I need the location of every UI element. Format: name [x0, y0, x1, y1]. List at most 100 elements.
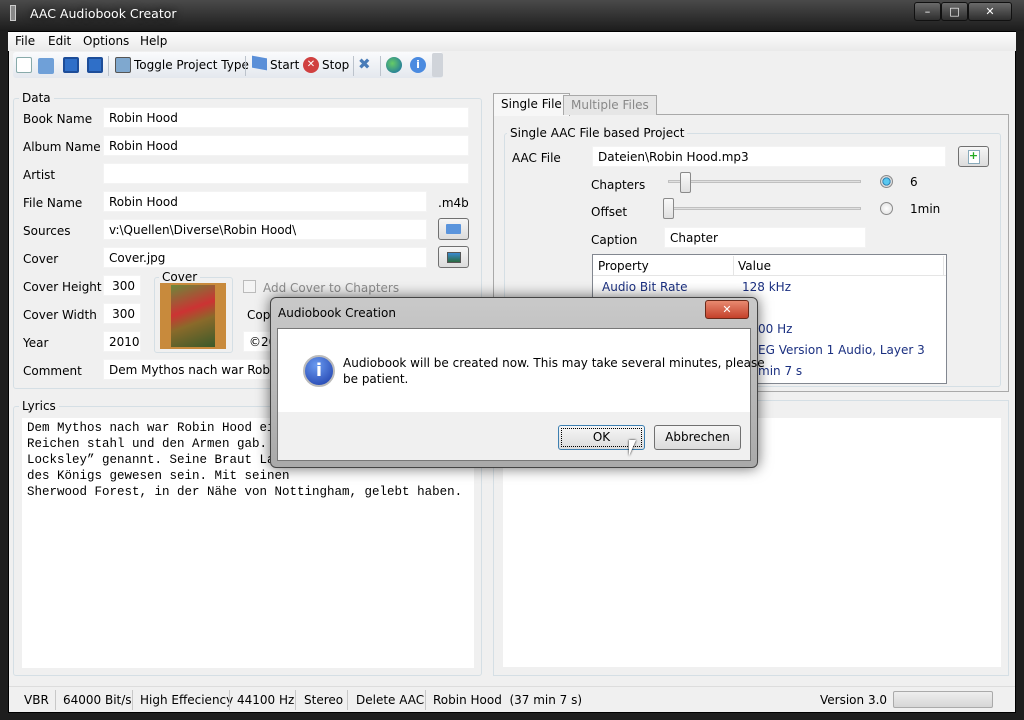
info-icon: i	[303, 355, 335, 387]
artist-input[interactable]	[103, 163, 469, 184]
tools-icon[interactable]: ✖	[358, 55, 371, 73]
aac-file-input[interactable]: Dateien\Robin Hood.mp3	[592, 146, 946, 167]
cover-height-input[interactable]: 300	[103, 275, 141, 296]
cover-label: Cover	[23, 252, 59, 266]
offset-label: Offset	[591, 205, 628, 219]
add-cover-label: Add Cover to Chapters	[263, 281, 400, 295]
chapters-slider-track[interactable]	[668, 180, 861, 183]
dialog-message-line2: be patient.	[343, 372, 409, 386]
artist-label: Artist	[23, 168, 56, 182]
sources-label: Sources	[23, 224, 71, 238]
add-file-icon: +	[967, 149, 980, 164]
status-delete-aac: Delete AAC	[356, 693, 425, 707]
aac-file-label: AAC File	[512, 151, 561, 165]
cover-input[interactable]: Cover.jpg	[103, 247, 427, 268]
menu-help[interactable]: Help	[140, 34, 167, 48]
caption-input[interactable]: Chapter	[664, 227, 866, 248]
status-bitrate: 64000 Bit/s	[63, 693, 132, 707]
status-separator	[229, 690, 230, 710]
column-header-property[interactable]: Property	[598, 259, 649, 273]
lyrics-line: des Königs gewesen sein. Mit seinen	[27, 469, 290, 483]
offset-radio[interactable]	[880, 202, 893, 215]
dialog-title: Audiobook Creation	[278, 306, 396, 320]
property-value: 128 kHz	[742, 280, 791, 294]
property-name: Audio Bit Rate	[602, 280, 688, 294]
dialog-message-line1: Audiobook will be created now. This may …	[343, 356, 765, 370]
year-input[interactable]: 2010	[103, 331, 141, 352]
close-button[interactable]: ✕	[968, 2, 1012, 21]
file-name-input[interactable]: Robin Hood	[103, 191, 427, 212]
tab-single-file[interactable]: Single File	[493, 93, 570, 116]
offset-value: 1min	[910, 202, 941, 216]
chapters-label: Chapters	[591, 178, 646, 192]
status-samplerate: 44100 Hz	[237, 693, 295, 707]
single-project-title: Single AAC File based Project	[507, 126, 688, 140]
status-separator	[425, 690, 426, 710]
dialog-close-button[interactable]: ✕	[705, 300, 749, 319]
column-header-value[interactable]: Value	[738, 259, 771, 273]
file-extension: .m4b	[438, 196, 469, 210]
chapters-value: 6	[910, 175, 918, 189]
add-cover-checkbox[interactable]	[243, 280, 256, 293]
menu-edit[interactable]: Edit	[48, 34, 71, 48]
browse-sources-button[interactable]	[438, 218, 469, 240]
toolbar-separator	[380, 56, 381, 76]
offset-slider-thumb[interactable]	[663, 198, 674, 219]
cover-width-input[interactable]: 300	[103, 303, 141, 324]
status-title-duration: Robin Hood (37 min 7 s)	[433, 693, 583, 707]
progress-bar	[893, 691, 993, 708]
mouse-cursor-icon	[629, 440, 636, 456]
cover-width-label: Cover Width	[23, 308, 97, 322]
folder-icon	[446, 224, 461, 234]
file-name-label: File Name	[23, 196, 83, 210]
status-channels: Stereo	[304, 693, 344, 707]
stop-icon: ✕	[303, 57, 319, 73]
save-icon[interactable]	[63, 57, 79, 73]
comment-input[interactable]: Dem Mythos nach war Robin H	[103, 359, 283, 380]
book-name-input[interactable]: Robin Hood	[103, 107, 469, 128]
new-file-icon[interactable]	[16, 57, 32, 73]
tab-multiple-files[interactable]: Multiple Files	[563, 95, 657, 115]
property-value-partial: EG Version 1 Audio, Layer 3	[758, 343, 925, 357]
chapters-radio[interactable]	[880, 175, 893, 188]
comment-label: Comment	[23, 364, 82, 378]
info-icon[interactable]: i	[410, 57, 426, 73]
property-value-partial: min 7 s	[758, 364, 803, 378]
cancel-button[interactable]: Abbrechen	[654, 425, 741, 450]
menu-file[interactable]: File	[15, 34, 35, 48]
image-icon	[446, 252, 461, 263]
album-name-input[interactable]: Robin Hood	[103, 135, 469, 156]
flag-icon	[252, 55, 267, 71]
open-folder-icon[interactable]	[38, 58, 54, 74]
chapters-slider-thumb[interactable]	[680, 172, 691, 193]
status-separator	[295, 690, 296, 710]
property-value-partial: 00 Hz	[758, 322, 793, 336]
sources-input[interactable]: v:\Quellen\Diverse\Robin Hood\	[103, 219, 427, 240]
toolbar-overflow-button[interactable]	[432, 53, 443, 77]
globe-icon[interactable]	[386, 57, 402, 73]
dialog-message-area	[278, 329, 750, 412]
start-button[interactable]: Start	[270, 55, 299, 75]
status-separator	[55, 690, 56, 710]
cover-image	[160, 283, 226, 349]
column-divider	[943, 256, 944, 276]
minimize-button[interactable]: –	[914, 2, 941, 21]
add-file-button[interactable]: +	[958, 146, 989, 167]
app-icon	[10, 5, 16, 21]
stop-button[interactable]: Stop	[322, 55, 349, 75]
offset-slider-track[interactable]	[663, 207, 861, 210]
monitor-icon	[115, 57, 131, 73]
browse-cover-button[interactable]	[438, 246, 469, 268]
save-as-icon[interactable]	[87, 57, 103, 73]
toggle-project-type-button[interactable]: Toggle Project Type	[134, 55, 249, 75]
copyright-label: Cop	[247, 308, 271, 322]
status-separator	[347, 690, 348, 710]
maximize-button[interactable]: □	[941, 2, 968, 21]
status-version: Version 3.0	[820, 693, 888, 707]
status-profile: High Effeciency	[140, 693, 234, 707]
toolbar-separator	[353, 56, 354, 76]
year-label: Year	[23, 336, 49, 350]
data-group-title: Data	[19, 91, 54, 105]
column-divider	[733, 256, 734, 276]
menu-options[interactable]: Options	[83, 34, 129, 48]
